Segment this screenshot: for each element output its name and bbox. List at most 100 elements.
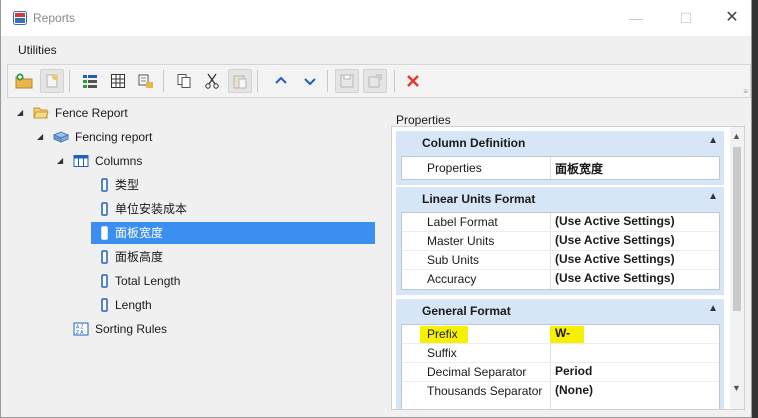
tree-label: Fencing report <box>75 130 153 144</box>
tree-node-column-selected[interactable]: 面板宽度 <box>91 222 375 244</box>
property-row[interactable]: Suffix <box>402 344 719 363</box>
title-bar: Reports — ☐ ✕ <box>1 0 751 36</box>
toolbar: ≡ <box>7 64 751 98</box>
move-down-button[interactable] <box>298 69 322 93</box>
window-title: Reports <box>33 11 76 25</box>
new-report-folder-button[interactable] <box>12 69 36 93</box>
column-icon <box>101 178 108 192</box>
section-header[interactable]: Linear Units Format ▲ <box>396 187 724 210</box>
section-body: Properties 面板宽度 <box>401 156 720 180</box>
reports-app-icon <box>13 11 27 25</box>
toolbar-overflow-icon[interactable]: ≡ <box>743 87 748 96</box>
column-icon <box>101 202 108 216</box>
properties-panel: Column Definition ▲ Properties 面板宽度 Line… <box>391 126 745 410</box>
table-icon <box>111 74 125 88</box>
report-icon <box>53 131 69 143</box>
menu-bar: Utilities <box>1 38 751 62</box>
tree-node-sorting-rules[interactable]: A Z Z A Sorting Rules <box>11 318 371 340</box>
minimize-button[interactable]: — <box>621 6 651 30</box>
move-up-icon <box>275 76 287 84</box>
property-row[interactable]: Properties 面板宽度 <box>402 159 719 178</box>
section-general-format: General Format ▲ Prefix W- Suffix Decima… <box>396 299 724 409</box>
scroll-up-icon[interactable]: ▲ <box>732 131 741 141</box>
property-row[interactable]: Accuracy (Use Active Settings) <box>402 270 719 289</box>
new-report-folder-icon <box>15 73 33 89</box>
copy-button[interactable] <box>172 69 196 93</box>
tree-node-column[interactable]: 类型 <box>91 174 375 196</box>
tree-node-fence-report[interactable]: ◢ Fence Report <box>11 102 371 124</box>
property-row[interactable]: Thousands Separator (None) <box>402 382 719 401</box>
section-linear-units-format: Linear Units Format ▲ Label Format (Use … <box>396 187 724 295</box>
column-icon <box>101 298 108 312</box>
expand-arrow-icon[interactable]: ◢ <box>17 102 23 124</box>
property-value[interactable]: (Use Active Settings) <box>555 271 675 285</box>
property-name: Thousands Separator <box>427 384 543 398</box>
save-as-icon <box>368 74 382 88</box>
tree-label: Columns <box>95 154 143 168</box>
section-column-definition: Column Definition ▲ Properties 面板宽度 <box>396 131 724 185</box>
toolbar-separator <box>257 70 258 92</box>
close-button[interactable]: ✕ <box>717 6 747 30</box>
property-name: Decimal Separator <box>427 365 527 379</box>
new-report-button[interactable] <box>40 69 64 93</box>
save-icon <box>340 74 354 88</box>
tree-node-column[interactable]: 面板高度 <box>91 246 375 268</box>
property-value[interactable]: (None) <box>555 383 593 397</box>
properties-scrollbar[interactable]: ▲ ▼ <box>730 127 744 409</box>
property-name: Accuracy <box>427 272 477 286</box>
maximize-button[interactable]: ☐ <box>671 6 701 30</box>
property-row[interactable]: Label Format (Use Active Settings) <box>402 213 719 232</box>
collapse-icon[interactable]: ▲ <box>708 135 718 146</box>
save-button[interactable] <box>335 69 359 93</box>
property-value[interactable]: (Use Active Settings) <box>555 252 675 266</box>
cut-button[interactable] <box>200 69 224 93</box>
section-header[interactable]: Column Definition ▲ <box>396 131 724 154</box>
property-value[interactable]: (Use Active Settings) <box>555 233 675 247</box>
property-value[interactable]: Period <box>555 364 592 378</box>
tree-node-columns[interactable]: ◢ Columns <box>11 150 371 172</box>
toolbar-separator <box>69 70 70 92</box>
column-icon <box>101 226 108 240</box>
table-button[interactable] <box>106 69 130 93</box>
delete-button[interactable] <box>401 69 425 93</box>
tree-node-column[interactable]: 单位安装成本 <box>91 198 375 220</box>
properties-header: Properties <box>396 113 451 127</box>
tree-label: Sorting Rules <box>95 322 168 336</box>
sorting-rules-icon: A Z Z A <box>73 322 89 336</box>
delete-icon <box>407 75 419 87</box>
collapse-icon[interactable]: ▲ <box>708 303 718 314</box>
collapse-icon[interactable]: ▲ <box>708 191 718 202</box>
section-body: Label Format (Use Active Settings) Maste… <box>401 212 720 290</box>
cut-icon <box>205 73 219 89</box>
expand-arrow-icon[interactable]: ◢ <box>37 126 43 148</box>
property-value[interactable]: (Use Active Settings) <box>555 214 675 228</box>
save-as-button[interactable] <box>363 69 387 93</box>
expand-arrow-icon[interactable]: ◢ <box>57 150 63 172</box>
property-row[interactable]: Sub Units (Use Active Settings) <box>402 251 719 270</box>
scroll-thumb[interactable] <box>733 147 741 311</box>
menu-utilities[interactable]: Utilities <box>18 43 57 57</box>
property-value[interactable]: W- <box>555 326 570 340</box>
tree-label: Length <box>115 298 152 312</box>
tree-label: 面板高度 <box>115 250 164 264</box>
add-columns-button[interactable] <box>78 69 102 93</box>
sorting-rules-button[interactable] <box>134 69 158 93</box>
tree-node-fencing-report[interactable]: ◢ Fencing report <box>11 126 371 148</box>
section-title: General Format <box>422 304 511 318</box>
tree-node-column[interactable]: Total Length <box>91 270 375 292</box>
sorting-rules-icon <box>138 74 153 88</box>
property-row[interactable]: Decimal Separator Period <box>402 363 719 382</box>
section-header[interactable]: General Format ▲ <box>396 299 724 322</box>
property-name: Properties <box>427 161 482 175</box>
paste-button[interactable] <box>228 69 252 93</box>
add-columns-icon <box>83 75 97 88</box>
tree-node-column[interactable]: Length <box>91 294 375 316</box>
scroll-down-icon[interactable]: ▼ <box>732 383 741 393</box>
move-up-button[interactable] <box>269 69 293 93</box>
property-row[interactable]: Prefix W- <box>402 325 719 344</box>
section-body: Prefix W- Suffix Decimal Separator Perio… <box>401 324 720 409</box>
new-report-icon <box>46 74 58 88</box>
property-value[interactable]: 面板宽度 <box>555 160 603 177</box>
property-row[interactable]: Master Units (Use Active Settings) <box>402 232 719 251</box>
desktop-edge <box>752 0 758 418</box>
